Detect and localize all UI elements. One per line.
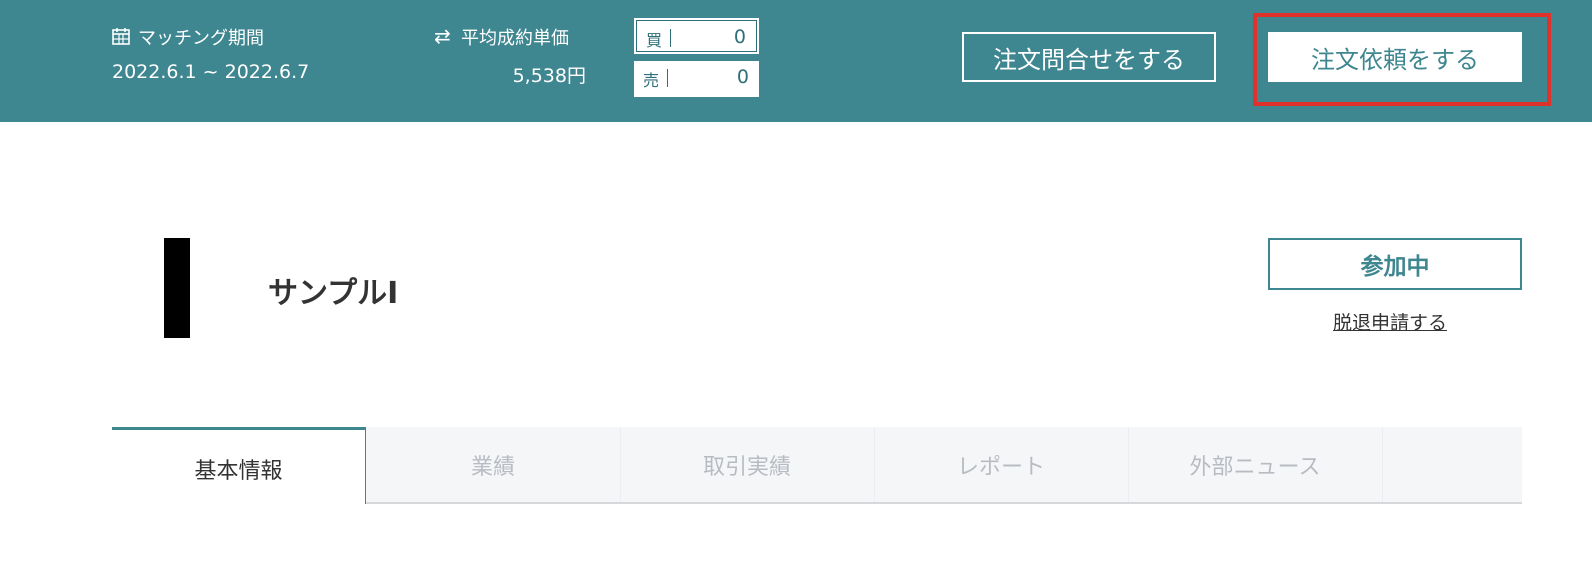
avg-price-label: 平均成約単価 <box>461 28 569 49</box>
sell-label: 売 <box>643 71 660 90</box>
avg-price-value: 5,538円 <box>512 65 586 87</box>
tab-performance[interactable]: 業績 <box>366 427 620 502</box>
tab-bar: 基本情報 業績 取引実績 レポート 外部ニュース <box>112 427 1522 504</box>
sell-quantity-box: 売 0 <box>634 61 759 97</box>
tab-external-news[interactable]: 外部ニュース <box>1128 427 1382 502</box>
tab-report[interactable]: レポート <box>874 427 1128 502</box>
sell-count: 0 <box>736 66 749 88</box>
company-name: サンプルI <box>268 276 399 311</box>
order-inquiry-button[interactable]: 注文問合せをする <box>962 32 1216 82</box>
company-logo <box>164 238 190 338</box>
exchange-arrows-icon: ⇄ <box>434 24 451 48</box>
buy-separator <box>670 29 671 47</box>
matching-period-label: マッチング期間 <box>138 28 264 49</box>
buy-quantity-box: 買 0 <box>634 18 759 54</box>
buy-label: 買 <box>646 31 663 50</box>
tab-divider <box>1382 427 1383 502</box>
order-request-button[interactable]: 注文依頼をする <box>1268 32 1522 82</box>
buy-count: 0 <box>733 26 746 48</box>
withdraw-request-link[interactable]: 脱退申請する <box>1333 308 1447 335</box>
calendar-icon <box>112 28 130 45</box>
sell-separator <box>667 69 668 87</box>
participating-button[interactable]: 参加中 <box>1268 238 1522 290</box>
tab-trade-history[interactable]: 取引実績 <box>620 427 874 502</box>
top-header-bar: マッチング期間 2022.6.1 ~ 2022.6.7 ⇄ 平均成約単価 5,5… <box>0 0 1592 122</box>
matching-period-value: 2022.6.1 ~ 2022.6.7 <box>112 61 310 83</box>
tab-basic-info[interactable]: 基本情報 <box>112 427 366 504</box>
